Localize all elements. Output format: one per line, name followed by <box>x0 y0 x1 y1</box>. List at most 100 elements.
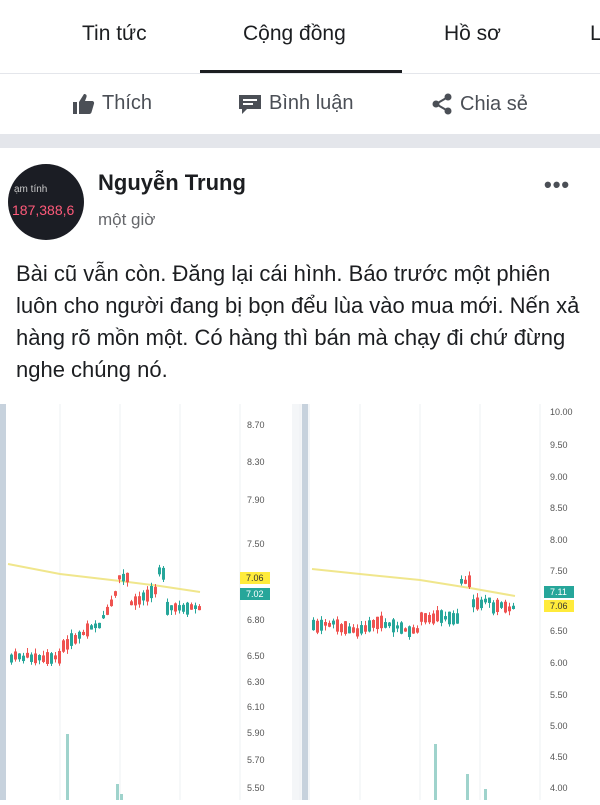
avatar-text-line2: 187,388,6 <box>12 202 75 218</box>
price-tag-yellow-label: 7.06 <box>246 573 264 583</box>
like-label: Thích <box>102 92 153 114</box>
tab-profile[interactable]: Hồ sơ <box>444 22 501 46</box>
candle <box>122 573 125 582</box>
y-tick-label-right: 4.50 <box>550 752 568 762</box>
candle <box>464 579 467 584</box>
candle <box>154 586 157 595</box>
post-timestamp[interactable]: một giờ <box>98 210 155 230</box>
candle <box>22 655 25 662</box>
candle <box>62 640 65 652</box>
more-options-icon[interactable]: ••• <box>544 172 570 198</box>
y-tick-label-right: 9.00 <box>550 472 568 482</box>
y-tick-label-left: 6.80 <box>247 615 265 625</box>
candle <box>82 631 85 635</box>
candle <box>376 616 379 630</box>
candle <box>166 601 169 615</box>
candle <box>106 606 109 615</box>
y-tick-label-right: 6.00 <box>550 658 568 668</box>
candle <box>428 614 431 623</box>
volume-bar <box>434 744 437 800</box>
candle <box>472 599 475 608</box>
post-image[interactable]: 8.70 8.30 7.90 7.50 7.06 7.02 6.80 6.50 6.30 6.10… <box>0 404 600 800</box>
candle <box>356 628 359 637</box>
candle <box>344 621 347 634</box>
candle <box>432 613 435 624</box>
candle <box>198 606 201 611</box>
candle <box>150 585 153 599</box>
author-avatar[interactable]: ạm tính 187,388,6 <box>8 164 84 240</box>
candle <box>508 606 511 612</box>
candle <box>408 626 411 638</box>
candle <box>500 602 503 608</box>
volume-bar <box>466 774 469 800</box>
candle <box>468 575 471 588</box>
candle <box>340 624 343 633</box>
candle <box>416 628 419 633</box>
share-icon <box>430 92 454 116</box>
candle <box>388 622 391 627</box>
candle <box>476 597 479 610</box>
y-tick-label-right: 7.50 <box>550 566 568 576</box>
candle <box>456 613 459 624</box>
share-button[interactable]: Chia sẻ <box>430 92 528 116</box>
candle <box>372 620 375 628</box>
candle <box>444 616 447 620</box>
candle <box>126 572 129 583</box>
candle <box>98 622 101 629</box>
candle <box>34 653 37 664</box>
candle <box>436 610 439 622</box>
candle <box>440 610 443 623</box>
candle <box>146 589 149 602</box>
y-tick-label-right: 8.50 <box>550 503 568 513</box>
y-tick-label-right: 9.50 <box>550 440 568 450</box>
y-tick-label-left: 7.90 <box>247 495 265 505</box>
author-name[interactable]: Nguyễn Trung <box>98 170 246 196</box>
candle <box>384 622 387 628</box>
price-tag-green-label: 7.02 <box>246 589 264 599</box>
candle <box>10 654 13 663</box>
candle <box>336 619 339 632</box>
y-tick-label-left: 8.70 <box>247 420 265 430</box>
volume-bar <box>66 734 69 800</box>
candle <box>78 631 81 639</box>
candle <box>488 597 491 603</box>
candle <box>396 625 399 629</box>
top-tab-bar: Tin tức Cộng đồng Hồ sơ L <box>0 0 600 74</box>
y-tick-label-right: 8.00 <box>550 535 568 545</box>
candle <box>380 615 383 629</box>
candle <box>424 613 427 623</box>
candle <box>190 604 193 610</box>
candle <box>320 619 323 631</box>
candle <box>134 596 137 606</box>
y-tick-label-right: 5.00 <box>550 721 568 731</box>
candle <box>50 653 53 664</box>
candle <box>90 625 93 630</box>
candle <box>130 601 133 606</box>
candle <box>316 620 319 633</box>
candle <box>332 620 335 625</box>
volume-bar <box>116 784 119 800</box>
tab-community[interactable]: Cộng đồng <box>243 22 346 46</box>
candle <box>178 605 181 611</box>
candle <box>14 651 17 660</box>
candle <box>86 623 89 637</box>
tab-more-clipped[interactable]: L <box>590 22 600 46</box>
candle <box>158 567 161 575</box>
candle <box>400 622 403 634</box>
y-tick-label-right: 6.50 <box>550 626 568 636</box>
like-button[interactable]: Thích <box>72 92 152 115</box>
price-tag-green-label: 7.11 <box>550 587 567 597</box>
candle <box>186 602 189 615</box>
comment-button[interactable]: Bình luận <box>237 92 354 115</box>
candle <box>58 650 61 664</box>
y-tick-label-left: 6.50 <box>247 651 265 661</box>
candle <box>18 653 21 660</box>
tab-news[interactable]: Tin tức <box>82 22 147 46</box>
candle <box>364 625 367 632</box>
candle <box>448 611 451 625</box>
candle <box>420 612 423 622</box>
candle <box>480 599 483 609</box>
candle <box>412 627 415 634</box>
candle <box>110 599 113 607</box>
candle <box>404 628 407 632</box>
